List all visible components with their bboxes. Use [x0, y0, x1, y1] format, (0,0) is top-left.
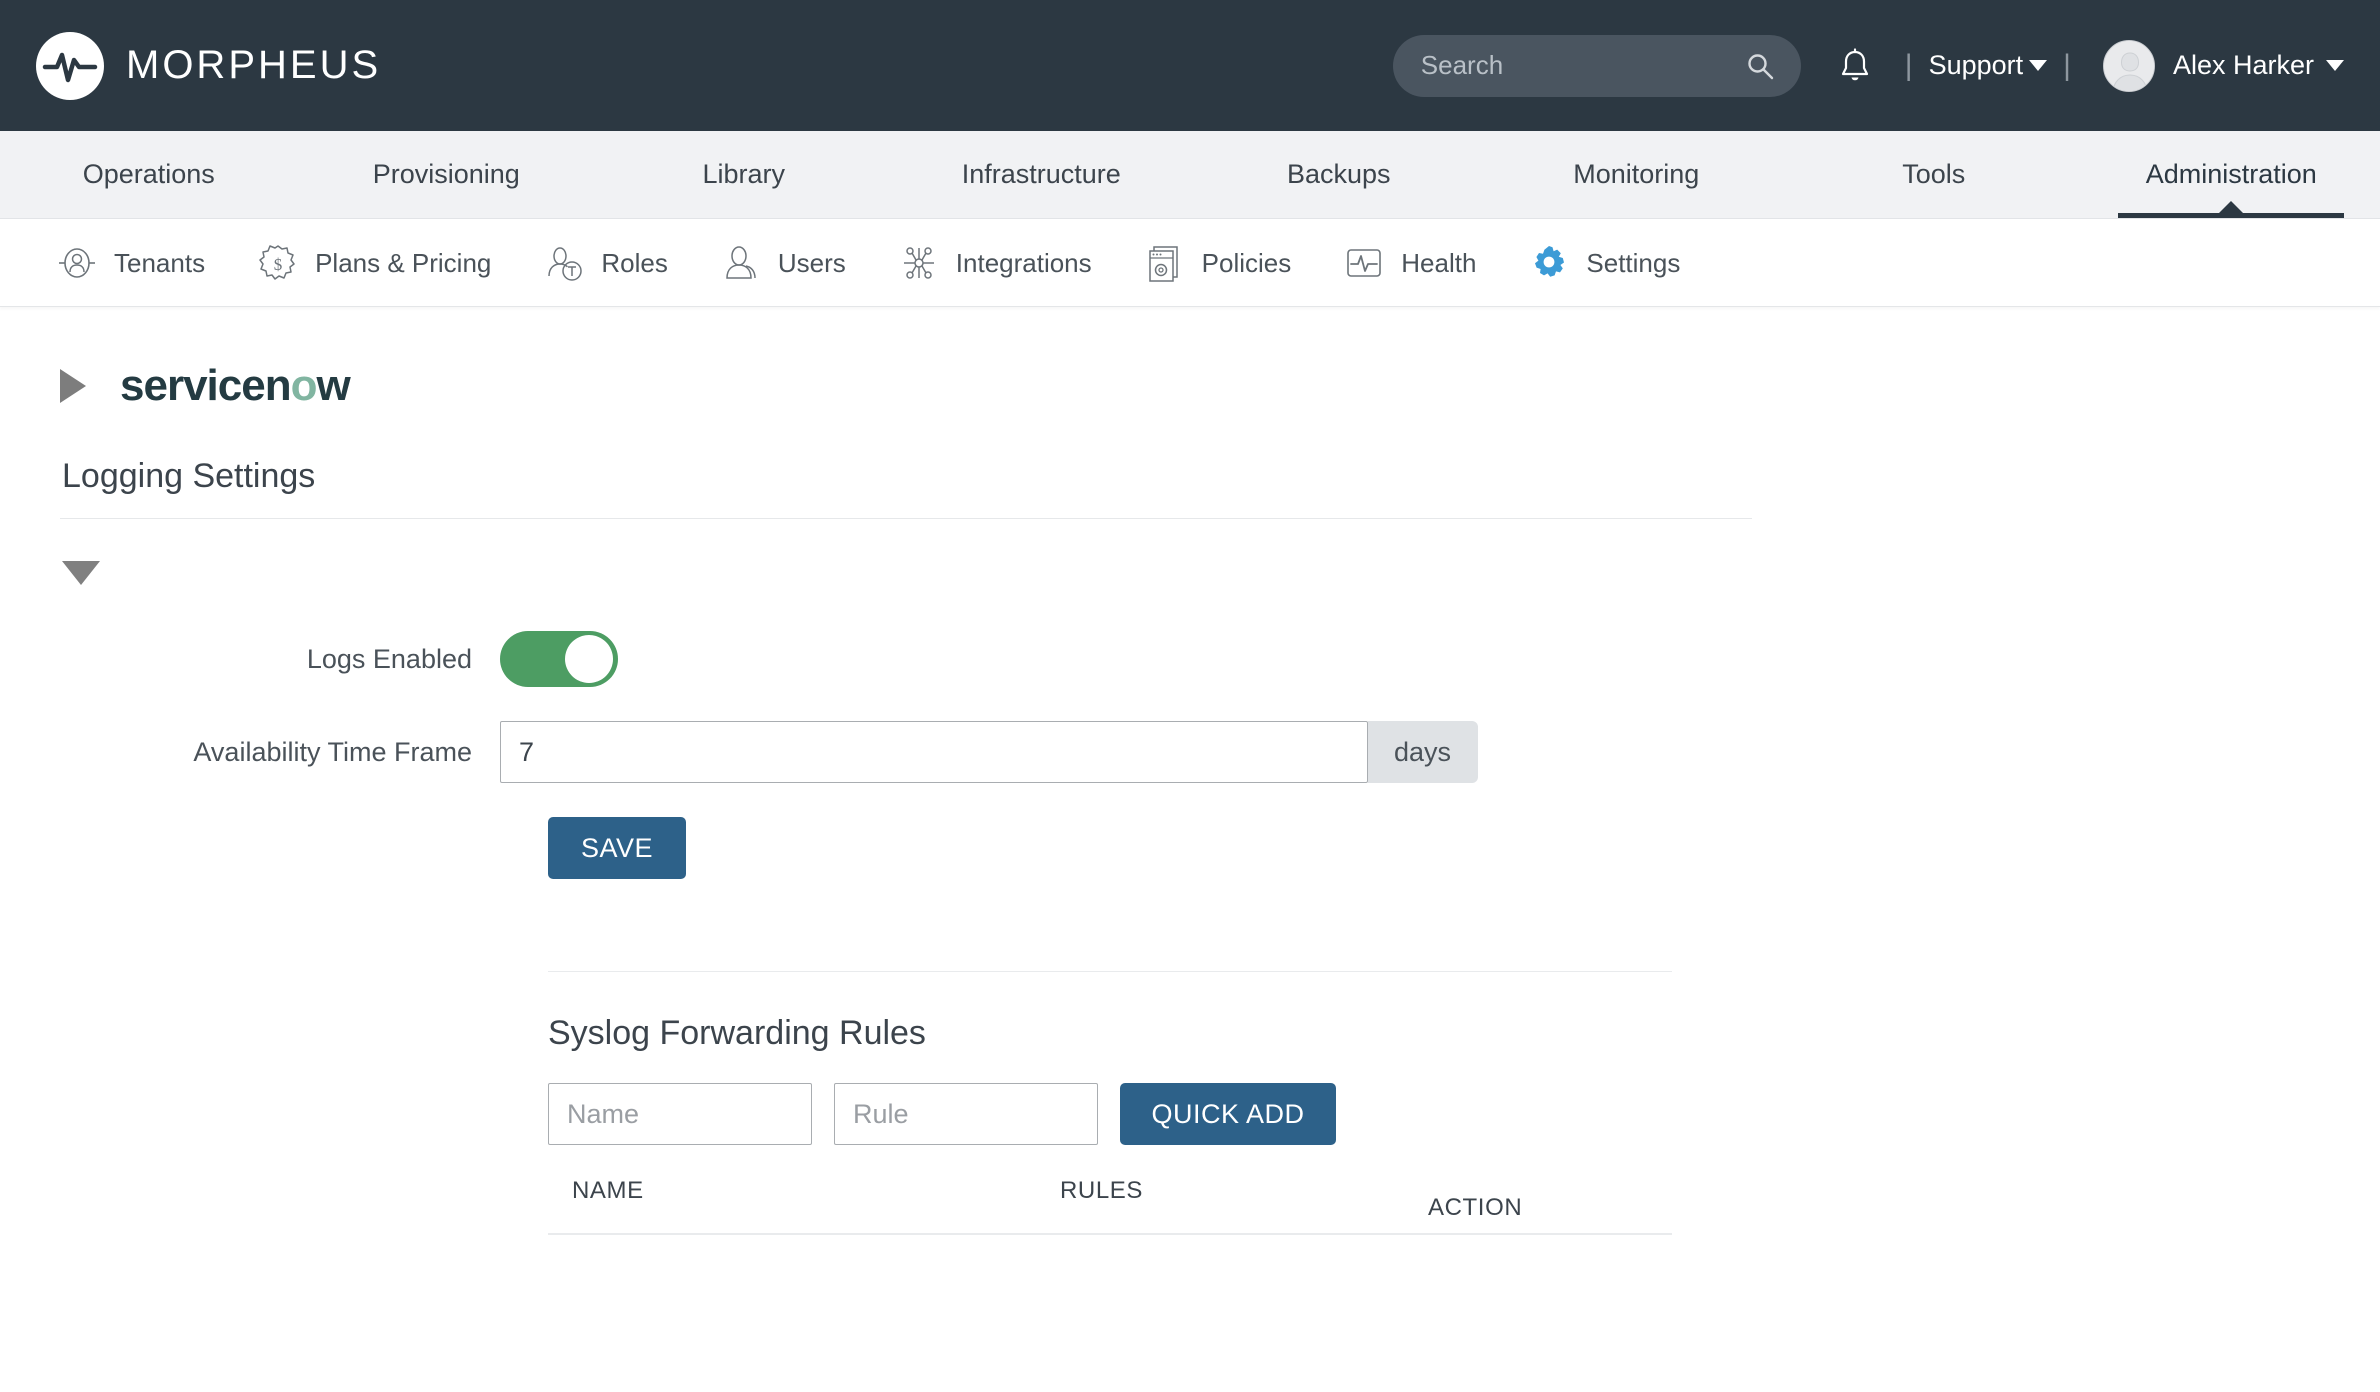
nav-label: Administration	[2145, 159, 2317, 189]
page-title: Logging Settings	[62, 457, 316, 495]
avatar	[2102, 39, 2155, 92]
nav-label: Provisioning	[372, 159, 520, 189]
sub-nav-label: Settings	[1586, 247, 1681, 278]
section-divider	[60, 518, 1752, 519]
nav-label: Monitoring	[1573, 159, 1700, 189]
sub-nav-label: Integrations	[955, 247, 1092, 278]
nav-item-backups[interactable]: Backups	[1190, 131, 1488, 218]
page-content: servicen o w Logging Settings Logs Enabled…	[0, 307, 2380, 1235]
search-input[interactable]	[1418, 49, 1775, 82]
table-header-divider	[548, 1233, 1672, 1235]
morpheus-logo-icon	[36, 31, 104, 100]
toggle-knob	[565, 635, 613, 683]
nav-item-tools[interactable]: Tools	[1785, 131, 2083, 218]
syslog-title: Syslog Forwarding Rules	[548, 1014, 926, 1052]
column-header-action: ACTION	[1428, 1194, 1523, 1221]
nav-item-administration[interactable]: Administration	[2083, 131, 2380, 218]
chevron-down-icon	[2029, 60, 2048, 71]
brand-name: MORPHEUS	[126, 43, 382, 87]
servicenow-logo: servicen o w	[120, 361, 351, 411]
servicenow-integration-header: servicen o w	[60, 361, 2320, 411]
syslog-rule-input[interactable]	[834, 1083, 1098, 1145]
column-header-rules: RULES	[1060, 1177, 1144, 1204]
nav-item-infrastructure[interactable]: Infrastructure	[893, 131, 1191, 218]
syslog-name-input[interactable]	[548, 1083, 812, 1145]
logs-enabled-toggle[interactable]	[500, 631, 618, 687]
top-header-bar: MORPHEUS | Support |	[0, 0, 2380, 131]
search-icon[interactable]	[1745, 51, 1775, 86]
header-divider-1: |	[1904, 48, 1913, 82]
logs-enabled-row: Logs Enabled	[60, 631, 2320, 687]
nav-item-monitoring[interactable]: Monitoring	[1488, 131, 1786, 218]
availability-time-frame-label: Availability Time Frame	[193, 736, 472, 767]
availability-time-frame-row: Availability Time Frame days	[60, 721, 2320, 783]
syslog-section: Syslog Forwarding Rules QUICK ADD NAME R…	[548, 971, 2320, 1235]
active-tab-caret-icon	[2218, 201, 2245, 214]
sub-nav-item-users[interactable]: Users	[694, 242, 872, 284]
nav-label: Infrastructure	[961, 159, 1121, 189]
roles-icon	[543, 242, 585, 284]
servicenow-logo-text-2: w	[316, 361, 350, 410]
sub-nav-item-plans-pricing[interactable]: $ Plans & Pricing	[231, 242, 517, 284]
servicenow-logo-text-1: servicen	[120, 361, 292, 410]
integrations-icon	[898, 242, 940, 284]
column-header-name: NAME	[572, 1177, 644, 1204]
nav-item-provisioning[interactable]: Provisioning	[298, 131, 596, 218]
table-header-row: NAME RULES ACTION	[548, 1177, 1672, 1233]
syslog-divider	[548, 971, 1672, 972]
nav-label: Library	[702, 159, 786, 189]
nav-label: Operations	[82, 159, 215, 189]
save-button[interactable]: SAVE	[548, 817, 686, 879]
svg-text:$: $	[274, 255, 283, 274]
sub-nav-label: Health	[1401, 247, 1477, 278]
availability-time-frame-input[interactable]	[500, 721, 1368, 783]
nav-item-library[interactable]: Library	[595, 131, 893, 218]
sub-nav-label: Roles	[601, 247, 668, 278]
sub-nav-label: Tenants	[114, 247, 206, 278]
availability-input-group: days	[500, 721, 1479, 783]
sub-nav-label: Users	[777, 247, 846, 278]
logs-enabled-label: Logs Enabled	[306, 643, 472, 674]
users-icon	[720, 242, 762, 284]
user-name: Alex Harker	[2172, 50, 2314, 80]
sub-nav-label: Policies	[1201, 247, 1292, 278]
sub-nav-item-roles[interactable]: Roles	[517, 242, 693, 284]
admin-sub-nav: Tenants $ Plans & Pricing Roles Users In…	[0, 219, 2380, 307]
sub-nav-item-health[interactable]: Health	[1317, 242, 1502, 284]
nav-label: Backups	[1286, 159, 1391, 189]
primary-nav: Operations Provisioning Library Infrastr…	[0, 131, 2380, 219]
plans-pricing-icon: $	[257, 242, 299, 284]
sub-nav-item-integrations[interactable]: Integrations	[872, 242, 1118, 284]
triangle-down-icon[interactable]	[62, 561, 100, 585]
nav-item-operations[interactable]: Operations	[0, 131, 298, 218]
settings-gear-icon	[1528, 242, 1570, 284]
tenants-icon	[56, 242, 98, 284]
bell-icon[interactable]	[1837, 47, 1873, 85]
availability-unit-addon: days	[1368, 721, 1479, 783]
quick-add-button[interactable]: QUICK ADD	[1120, 1083, 1336, 1145]
health-icon	[1343, 242, 1385, 284]
sub-nav-item-policies[interactable]: Policies	[1118, 242, 1318, 284]
support-label: Support	[1928, 50, 2024, 80]
user-name-wrap: Alex Harker	[2173, 50, 2344, 81]
nav-label: Tools	[1902, 159, 1966, 189]
support-menu[interactable]: Support	[1929, 50, 2048, 81]
servicenow-logo-accent: o	[290, 361, 318, 410]
chevron-down-icon	[2326, 60, 2344, 71]
syslog-quick-add-row: QUICK ADD	[548, 1083, 2320, 1145]
sub-nav-label: Plans & Pricing	[315, 247, 492, 278]
brand[interactable]: MORPHEUS	[36, 31, 382, 100]
user-menu[interactable]: Alex Harker	[2102, 39, 2344, 92]
sub-nav-item-settings[interactable]: Settings	[1502, 242, 1706, 284]
header-actions: | Support | Alex Harker	[1392, 34, 2344, 97]
policies-icon	[1144, 242, 1186, 284]
triangle-right-icon[interactable]	[60, 369, 86, 403]
sub-nav-item-tenants[interactable]: Tenants	[30, 242, 231, 284]
header-divider-2: |	[2063, 48, 2071, 82]
search-box[interactable]	[1392, 34, 1801, 97]
syslog-rules-table: NAME RULES ACTION	[548, 1177, 1672, 1235]
